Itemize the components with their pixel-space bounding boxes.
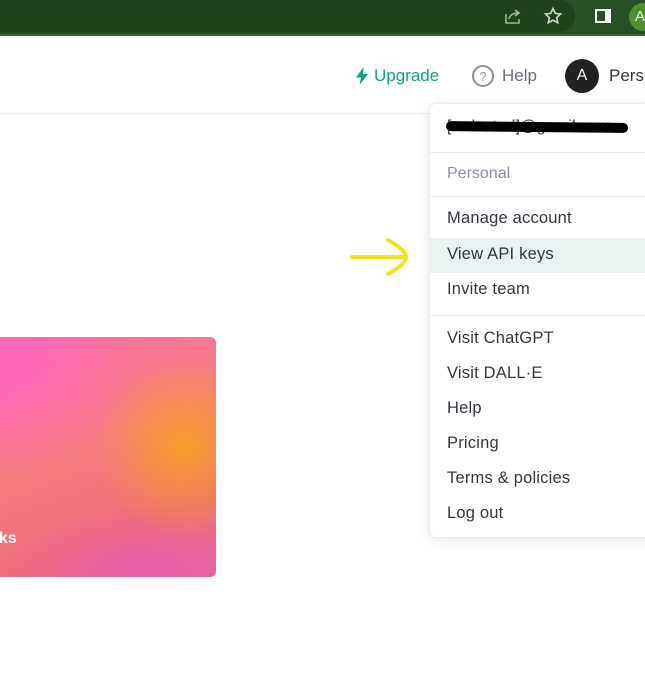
menu-item-pricing[interactable]: Pricing bbox=[430, 427, 645, 462]
account-email: [redacted]@gmail.com bbox=[430, 104, 645, 153]
address-bar[interactable] bbox=[0, 0, 575, 32]
side-panel-icon[interactable] bbox=[592, 5, 614, 27]
lightning-icon bbox=[356, 67, 368, 85]
yellow-arrow-annotation bbox=[350, 238, 409, 276]
menu-item-visit-chatgpt[interactable]: Visit ChatGPT bbox=[430, 322, 645, 357]
share-icon[interactable] bbox=[502, 5, 524, 27]
menu-item-label: Help bbox=[447, 399, 482, 417]
menu-item-label: Pricing bbox=[447, 434, 499, 452]
question-circle-icon: ? bbox=[472, 65, 494, 87]
bookmark-star-icon[interactable] bbox=[542, 5, 564, 27]
menu-item-label: View API keys bbox=[447, 245, 554, 263]
top-navigation: Upgrade ? Help A Pers bbox=[0, 36, 645, 114]
menu-item-help[interactable]: Help bbox=[430, 392, 645, 427]
avatar: A bbox=[565, 59, 599, 93]
menu-item-terms-policies[interactable]: Terms & policies bbox=[430, 462, 645, 497]
help-link[interactable]: ? Help bbox=[472, 65, 537, 87]
menu-item-log-out[interactable]: Log out bbox=[430, 497, 645, 532]
menu-item-label: Invite team bbox=[447, 280, 530, 298]
menu-item-label: Manage account bbox=[447, 209, 572, 227]
upgrade-label: Upgrade bbox=[374, 66, 440, 85]
menu-item-label: Visit DALL·E bbox=[447, 364, 543, 382]
menu-item-label: Visit ChatGPT bbox=[447, 329, 554, 347]
hero-card[interactable]: sks bbox=[0, 337, 216, 577]
menu-item-view-api-keys[interactable]: View API keys bbox=[430, 238, 645, 273]
help-label: Help bbox=[502, 66, 537, 85]
organization-name: Personal bbox=[447, 165, 511, 182]
account-dropdown-menu: [redacted]@gmail.com Personal Manage acc… bbox=[430, 104, 645, 537]
redaction-scribble bbox=[445, 121, 629, 133]
organization-label: Personal bbox=[430, 153, 645, 197]
menu-item-label: Terms & policies bbox=[447, 469, 571, 487]
hero-card-title: sks bbox=[0, 530, 17, 547]
account-menu-button[interactable]: A Pers bbox=[565, 59, 644, 93]
menu-divider bbox=[430, 315, 645, 316]
menu-item-label: Log out bbox=[447, 504, 504, 522]
browser-toolbar: A bbox=[0, 0, 645, 36]
account-name: Pers bbox=[609, 66, 644, 85]
menu-item-visit-dalle[interactable]: Visit DALL·E bbox=[430, 357, 645, 392]
menu-item-invite-team[interactable]: Invite team bbox=[430, 273, 645, 308]
menu-item-manage-account[interactable]: Manage account bbox=[430, 202, 645, 237]
browser-profile-avatar[interactable]: A bbox=[629, 3, 645, 31]
upgrade-link[interactable]: Upgrade bbox=[356, 66, 439, 86]
